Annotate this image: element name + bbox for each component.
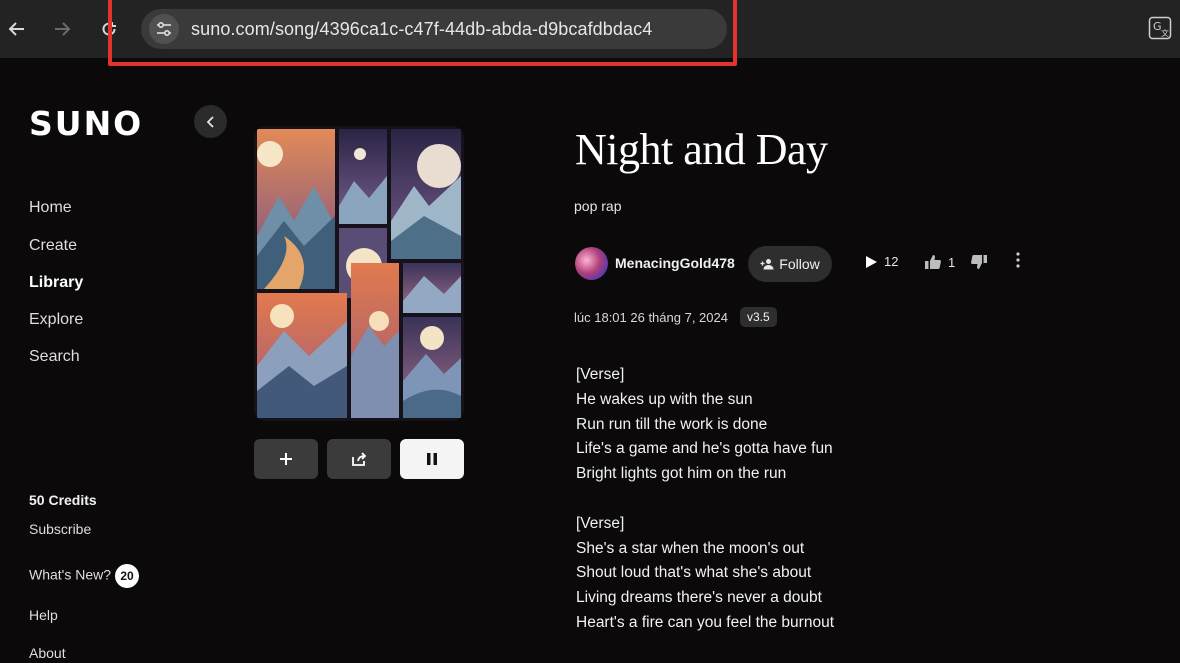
whats-new-label: What's New? xyxy=(29,566,112,583)
follow-label: Follow xyxy=(779,256,820,272)
subscribe-link[interactable]: Subscribe xyxy=(29,521,91,537)
whats-new-badge: 20 xyxy=(115,564,140,588)
song-genre[interactable]: pop rap xyxy=(574,198,621,214)
artist-name[interactable]: MenacingGold478 xyxy=(615,255,735,271)
translate-button[interactable]: G文 xyxy=(1148,16,1172,40)
chevron-left-icon xyxy=(206,115,214,128)
song-title: Night and Day xyxy=(575,125,828,174)
song-cover-art xyxy=(254,126,464,421)
collapse-sidebar-button[interactable] xyxy=(194,105,227,138)
about-link[interactable]: About xyxy=(29,645,66,661)
more-options-button[interactable] xyxy=(1015,252,1021,273)
model-version-badge: v3.5 xyxy=(740,307,777,327)
suno-logo[interactable]: SUNO xyxy=(29,104,143,143)
lyric-line: Run run till the work is done xyxy=(576,416,768,433)
arrow-left-icon xyxy=(8,22,24,36)
lyric-line: She's a star when the moon's out xyxy=(576,540,805,557)
pause-button[interactable] xyxy=(400,439,464,479)
follow-button[interactable]: Follow xyxy=(748,246,832,282)
more-vertical-icon xyxy=(1016,252,1020,268)
share-button[interactable] xyxy=(327,439,391,479)
lyric-line: [Verse] xyxy=(576,366,625,383)
play-count-value: 12 xyxy=(884,254,899,269)
lyric-line: Shout loud that's what she's about xyxy=(576,564,812,581)
nav-create[interactable]: Create xyxy=(29,237,77,255)
credits-count: 50 Credits xyxy=(29,492,97,508)
like-button[interactable]: 1 xyxy=(924,254,955,270)
like-count: 1 xyxy=(948,254,956,270)
nav-explore[interactable]: Explore xyxy=(29,311,83,329)
arrow-right-icon xyxy=(55,22,71,36)
whats-new-link[interactable]: What's New? 20 xyxy=(29,564,140,588)
lyric-line: Life's a game and he's gotta have fun xyxy=(576,440,833,457)
artist-avatar[interactable] xyxy=(575,247,608,280)
nav-library[interactable]: Library xyxy=(29,274,83,292)
plus-icon xyxy=(280,453,292,465)
forward-button[interactable] xyxy=(45,12,79,46)
lyric-line: [Verse] xyxy=(576,515,625,532)
help-link[interactable]: Help xyxy=(29,607,58,623)
play-icon xyxy=(866,255,877,268)
lyric-line: Living dreams there's never a doubt xyxy=(576,589,822,606)
user-plus-icon xyxy=(760,259,774,270)
dislike-button[interactable] xyxy=(970,254,988,270)
pause-icon xyxy=(427,453,437,465)
thumbs-down-icon xyxy=(971,255,987,269)
add-to-playlist-button[interactable] xyxy=(254,439,318,479)
svg-text:文: 文 xyxy=(1161,28,1169,38)
nav-search[interactable]: Search xyxy=(29,348,80,366)
address-highlight-box xyxy=(108,0,737,66)
share-icon xyxy=(352,452,367,466)
thumbs-up-icon xyxy=(925,255,941,269)
lyric-line: Bright lights got him on the run xyxy=(576,465,787,482)
translate-icon: G文 xyxy=(1148,16,1172,40)
lyric-line: Heart's a fire can you feel the burnout xyxy=(576,614,834,631)
song-timestamp: lúc 18:01 26 tháng 7, 2024 xyxy=(574,310,728,325)
play-count[interactable]: 12 xyxy=(865,254,898,269)
lyric-line: He wakes up with the sun xyxy=(576,391,753,408)
browser-toolbar: suno.com/song/4396ca1c-c47f-44db-abda-d9… xyxy=(0,0,1180,66)
nav-home[interactable]: Home xyxy=(29,199,72,217)
back-button[interactable] xyxy=(0,12,34,46)
